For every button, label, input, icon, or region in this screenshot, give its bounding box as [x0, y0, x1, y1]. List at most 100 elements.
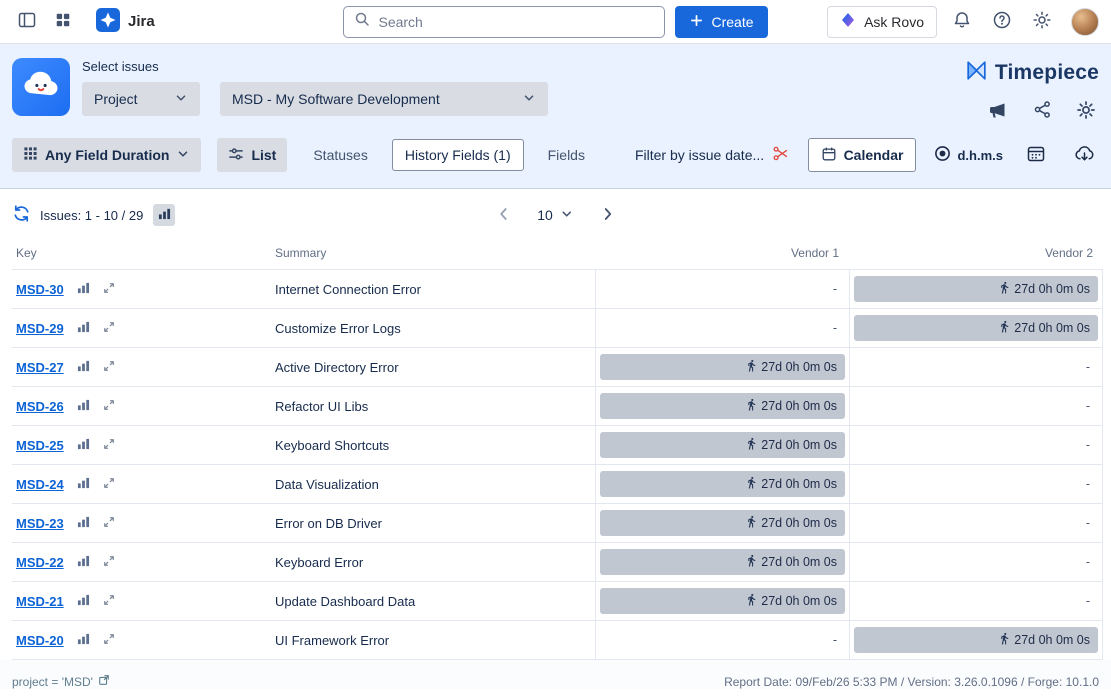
user-avatar[interactable] [1071, 8, 1099, 36]
duration-value: - [1086, 477, 1090, 491]
issue-chart-button[interactable] [77, 554, 90, 570]
issues-table: Key Summary Vendor 1 Vendor 2 MSD-30 [12, 237, 1103, 660]
chevron-left-icon [495, 206, 511, 225]
issue-summary: Error on DB Driver [275, 516, 595, 531]
table-row: MSD-24 Data Visualization [12, 464, 1103, 503]
issue-summary: Customize Error Logs [275, 321, 595, 336]
duration-value: 27d 0h 0m 0s [1014, 633, 1090, 647]
scope-select-value: Project [94, 91, 138, 107]
refresh-button[interactable] [12, 204, 31, 226]
grid-icon [23, 146, 38, 164]
issue-key-link[interactable]: MSD-21 [16, 594, 64, 609]
settings-button[interactable] [1027, 7, 1057, 37]
bar-chart-icon [77, 593, 90, 609]
jira-app-name: Jira [128, 13, 155, 30]
share-button[interactable] [1031, 100, 1053, 122]
duration-pill: 27d 0h 0m 0s [600, 471, 845, 497]
prev-page-button[interactable] [493, 204, 513, 227]
vendor2-cell: - [849, 504, 1103, 542]
issue-expand-button[interactable] [103, 399, 115, 414]
jira-logo-icon [96, 8, 120, 36]
duration-pill: - [854, 588, 1098, 614]
issue-expand-button[interactable] [103, 594, 115, 609]
issue-key-link[interactable]: MSD-24 [16, 477, 64, 492]
create-button[interactable]: Create [675, 6, 767, 38]
search-input[interactable] [378, 14, 654, 30]
issue-expand-button[interactable] [103, 321, 115, 336]
calendar-grid-icon [1026, 144, 1046, 167]
next-page-button[interactable] [598, 204, 618, 227]
walking-person-icon [745, 515, 758, 531]
help-button[interactable] [987, 7, 1017, 37]
issue-chart-button[interactable] [77, 476, 90, 492]
app-switcher-button[interactable] [48, 7, 78, 37]
create-button-label: Create [711, 14, 753, 30]
app-settings-button[interactable] [1075, 100, 1097, 122]
duration-value: 27d 0h 0m 0s [761, 399, 837, 413]
jql-link[interactable]: project = 'MSD' [12, 674, 110, 689]
project-select[interactable]: MSD - My Software Development [220, 82, 548, 116]
issue-chart-button[interactable] [77, 515, 90, 531]
expand-diagonal-icon [103, 594, 115, 609]
issue-expand-button[interactable] [103, 438, 115, 453]
search-box[interactable] [343, 6, 665, 38]
issue-chart-button[interactable] [77, 281, 90, 297]
issue-key-link[interactable]: MSD-20 [16, 633, 64, 648]
panel-left-icon [17, 10, 37, 33]
issue-chart-button[interactable] [77, 632, 90, 648]
view-list-button[interactable]: List [217, 138, 287, 172]
table-row: MSD-30 Internet Connection Error [12, 269, 1103, 308]
issue-key-link[interactable]: MSD-29 [16, 321, 64, 336]
issue-chart-button[interactable] [77, 437, 90, 453]
issue-summary: Internet Connection Error [275, 282, 595, 297]
table-row: MSD-27 Active Directory Error [12, 347, 1103, 386]
issue-key-link[interactable]: MSD-23 [16, 516, 64, 531]
issue-summary: Refactor UI Libs [275, 399, 595, 414]
issue-chart-button[interactable] [77, 320, 90, 336]
issues-chart-button[interactable] [153, 204, 175, 226]
table-row: MSD-22 Keyboard Error [12, 542, 1103, 581]
issue-chart-button[interactable] [77, 593, 90, 609]
issue-key-link[interactable]: MSD-22 [16, 555, 64, 570]
page-size-select[interactable]: 10 [537, 207, 574, 224]
issue-expand-button[interactable] [103, 555, 115, 570]
issue-key-link[interactable]: MSD-30 [16, 282, 64, 297]
working-calendar-button[interactable] [1021, 140, 1051, 170]
expand-diagonal-icon [103, 633, 115, 648]
issue-key-link[interactable]: MSD-25 [16, 438, 64, 453]
issue-key-link[interactable]: MSD-27 [16, 360, 64, 375]
calendar-button[interactable]: Calendar [808, 138, 917, 172]
issue-key-link[interactable]: MSD-26 [16, 399, 64, 414]
duration-format-toggle[interactable]: d.h.m.s [934, 145, 1003, 165]
notifications-button[interactable] [947, 7, 977, 37]
issue-chart-button[interactable] [77, 398, 90, 414]
chevron-down-icon [560, 207, 574, 224]
duration-pill: - [854, 549, 1098, 575]
history-fields-button[interactable]: History Fields (1) [392, 139, 524, 171]
vendor1-cell: 27d 0h 0m 0s [595, 582, 849, 620]
export-button[interactable] [1069, 140, 1099, 170]
duration-value: - [1086, 594, 1090, 608]
ask-rovo-button[interactable]: Ask Rovo [827, 6, 937, 38]
scope-select[interactable]: Project [82, 82, 200, 116]
issue-expand-button[interactable] [103, 360, 115, 375]
vendor1-cell: 27d 0h 0m 0s [595, 387, 849, 425]
announcements-button[interactable] [987, 100, 1009, 122]
issue-expand-button[interactable] [103, 282, 115, 297]
sidebar-toggle-button[interactable] [12, 7, 42, 37]
issue-expand-button[interactable] [103, 477, 115, 492]
tab-fields[interactable]: Fields [540, 141, 593, 169]
scissors-icon [772, 145, 789, 165]
issue-expand-button[interactable] [103, 633, 115, 648]
duration-pill: 27d 0h 0m 0s [600, 510, 845, 536]
report-toolbar: Any Field Duration List Statuses History… [12, 138, 1099, 172]
walking-person-icon [745, 554, 758, 570]
issue-expand-button[interactable] [103, 516, 115, 531]
tab-statuses[interactable]: Statuses [305, 141, 375, 169]
field-duration-select[interactable]: Any Field Duration [12, 138, 201, 172]
expand-diagonal-icon [103, 516, 115, 531]
filter-by-issue-date-button[interactable]: Filter by issue date... [635, 145, 789, 165]
bar-chart-icon [158, 207, 171, 223]
issue-chart-button[interactable] [77, 359, 90, 375]
jira-brand[interactable]: Jira [96, 8, 155, 36]
